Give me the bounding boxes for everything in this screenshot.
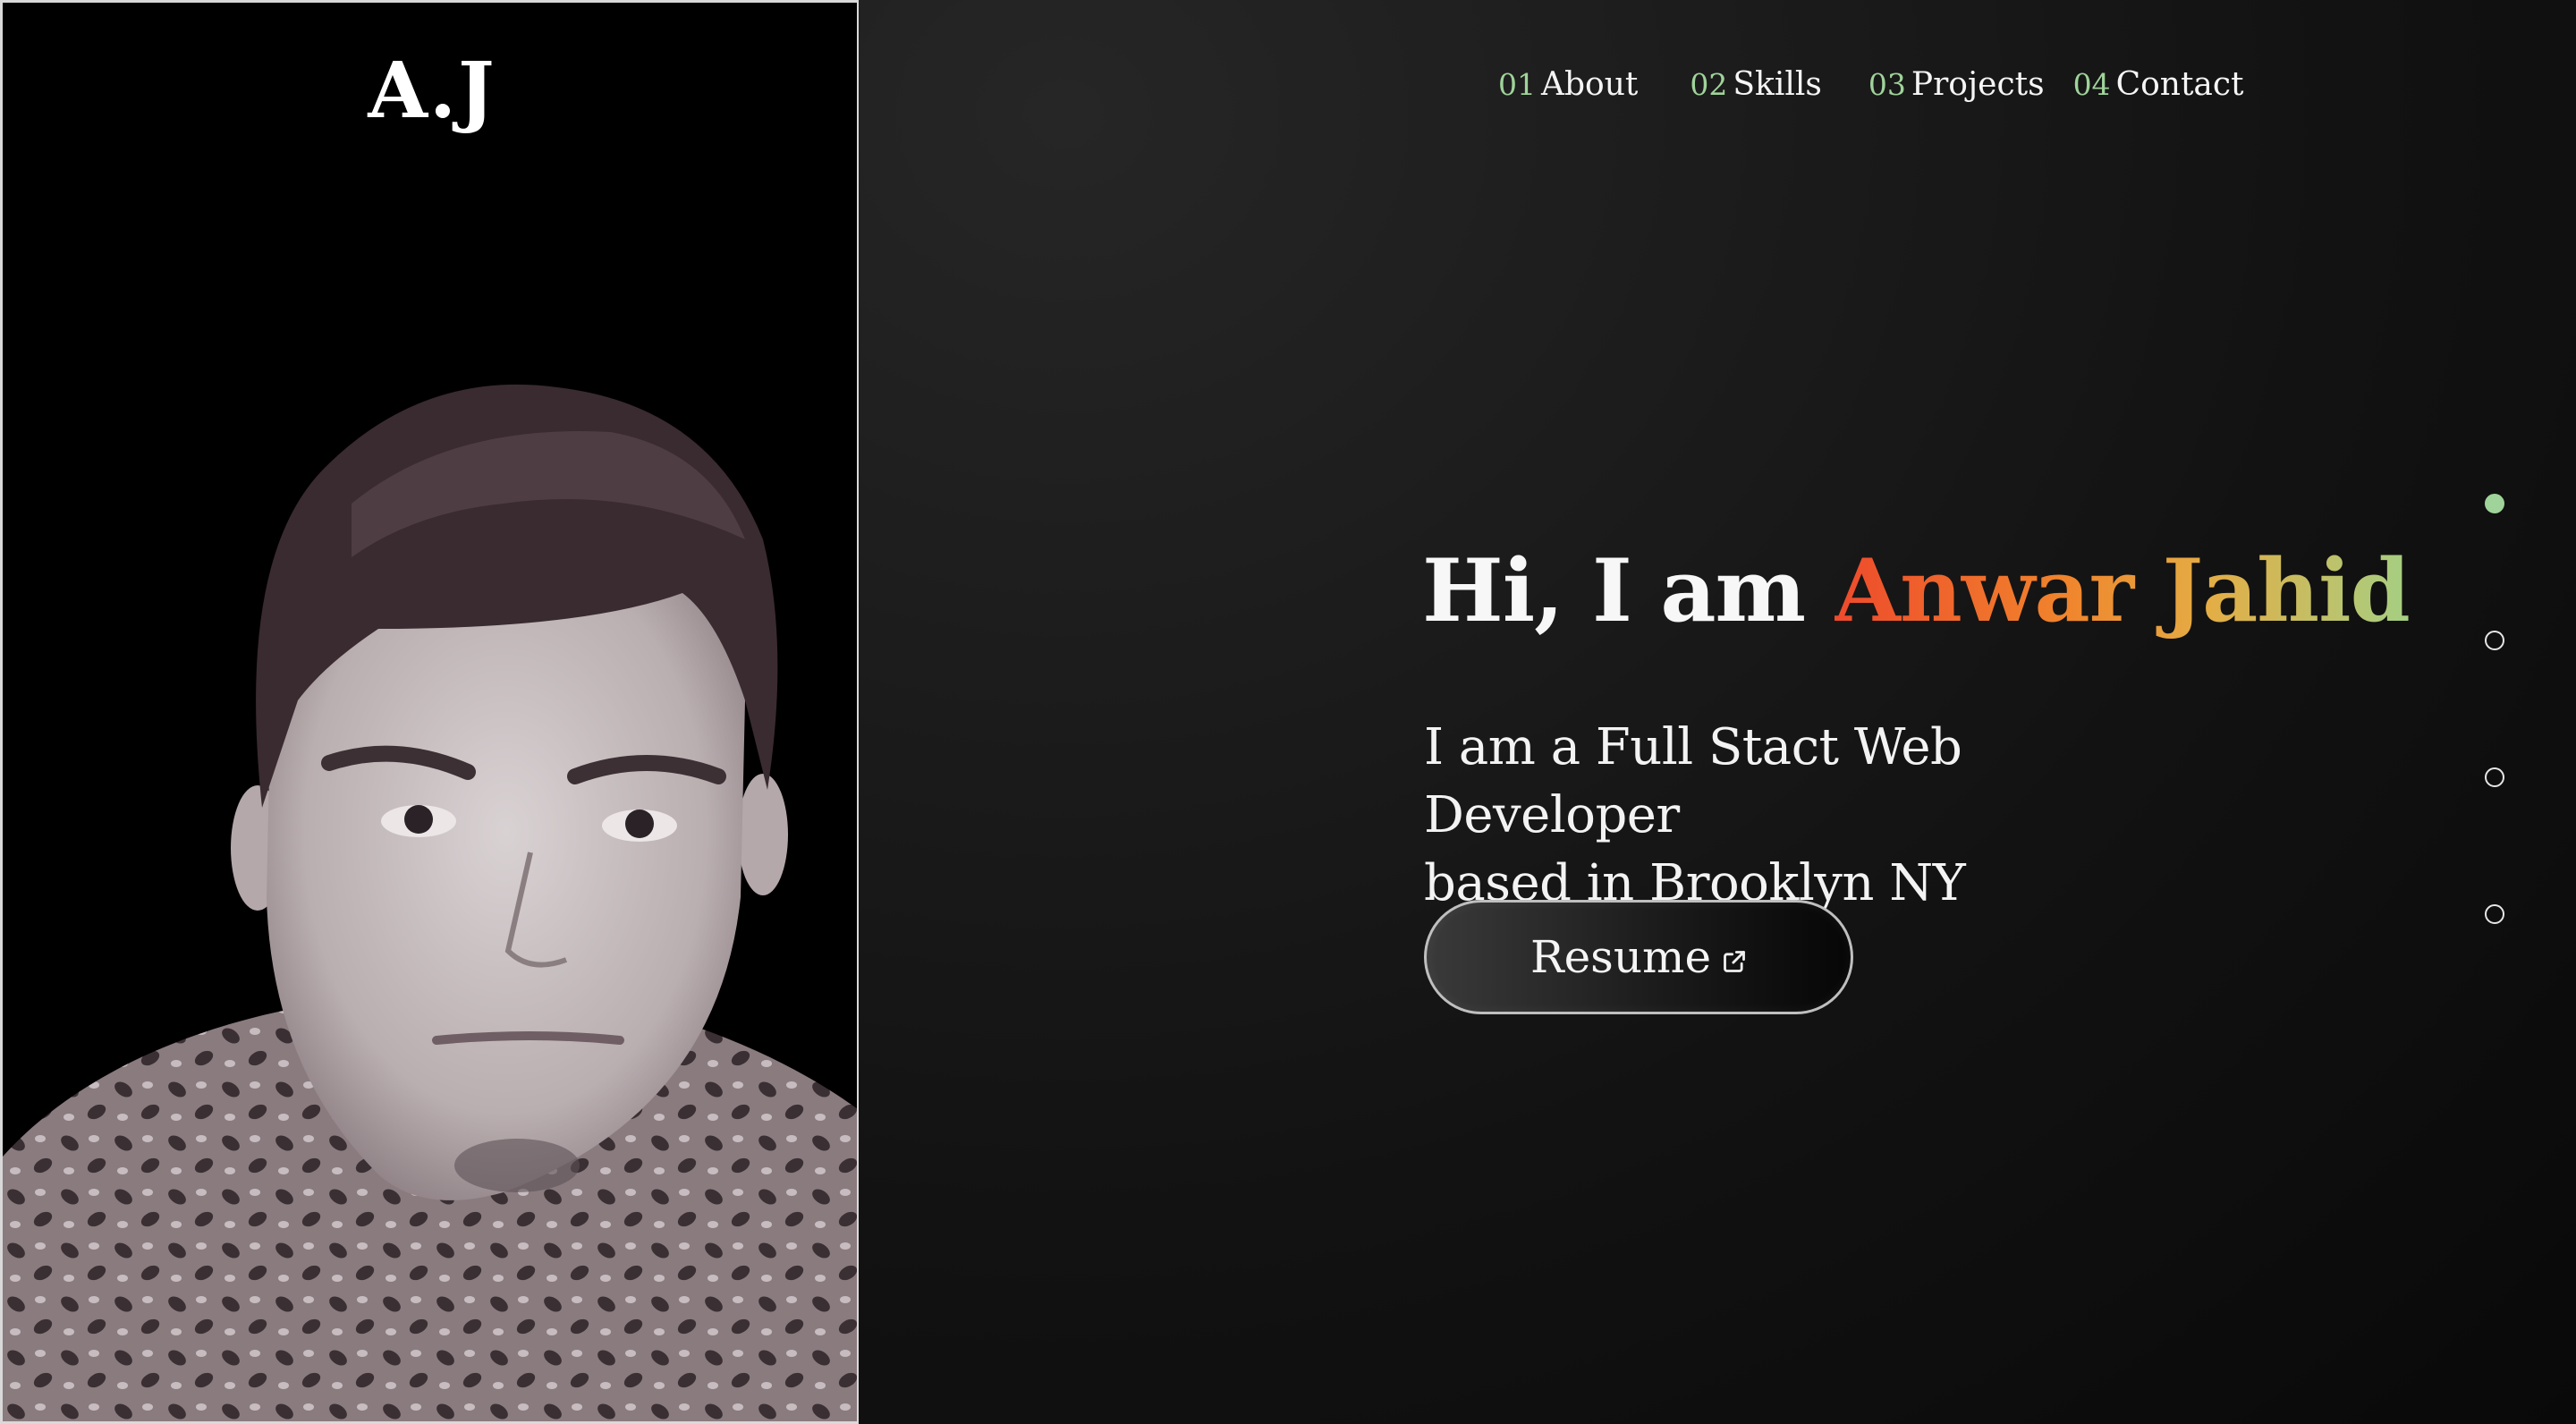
hero-heading: Hi, I am Anwar Jahid [1422, 540, 2411, 641]
external-link-icon [1724, 951, 1745, 972]
section-dot-2[interactable] [2485, 631, 2504, 650]
profile-photo-panel: A.J [0, 0, 859, 1424]
resume-label: Resume [1530, 931, 1712, 983]
site-logo[interactable]: A.J [3, 53, 857, 130]
resume-button[interactable]: Resume [1424, 900, 1853, 1014]
nav-number: 02 [1690, 67, 1728, 102]
nav-label: Projects [1911, 66, 2045, 103]
profile-photo [3, 384, 857, 1421]
section-dot-4[interactable] [2485, 904, 2504, 924]
section-dot-3[interactable] [2485, 767, 2504, 787]
nav-item-skills[interactable]: 02 Skills [1690, 66, 1822, 103]
tagline-line-1: I am a Full Stact Web Developer [1424, 718, 1962, 844]
greeting-prefix: Hi, I am [1422, 540, 1835, 641]
main-nav: 01 About 02 Skills 03 Projects 04 Contac… [1498, 66, 2244, 103]
nav-number: 03 [1868, 67, 1906, 102]
nav-item-projects[interactable]: 03 Projects [1868, 66, 2045, 103]
hero-tagline: I am a Full Stact Web Developer based in… [1424, 714, 2229, 918]
hero-name: Anwar Jahid [1834, 540, 2411, 641]
hero-section: 01 About 02 Skills 03 Projects 04 Contac… [859, 0, 2576, 1424]
nav-item-about[interactable]: 01 About [1498, 66, 1638, 103]
nav-number: 04 [2072, 67, 2111, 102]
nav-label: About [1541, 66, 1639, 103]
nav-label: Contact [2115, 66, 2244, 103]
nav-label: Skills [1733, 66, 1822, 103]
nav-number: 01 [1498, 67, 1536, 102]
nav-item-contact[interactable]: 04 Contact [2073, 66, 2244, 103]
section-dot-1[interactable] [2485, 494, 2504, 513]
